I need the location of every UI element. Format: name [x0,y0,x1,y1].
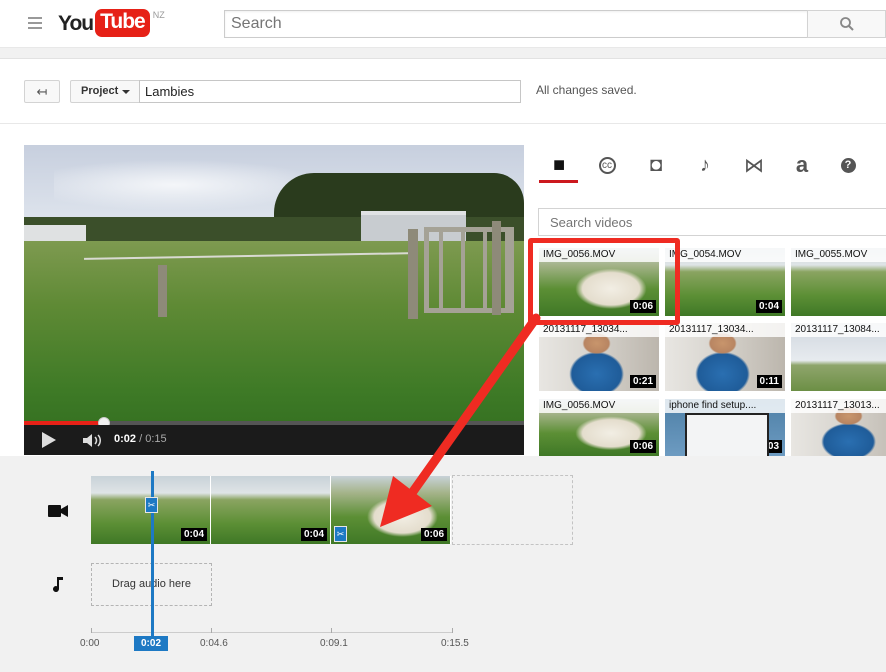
timeline: 0:040:040:06 Drag audio here 0:000:04.60… [0,456,886,672]
trim-handle[interactable]: ✂ [145,497,158,513]
tab-text[interactable]: a [784,151,820,179]
thumbnail-title: 20131117_13034... [665,323,785,337]
masthead: You Tube NZ [0,0,886,48]
tab-transitions[interactable]: ⋈ [736,151,772,179]
ruler-label: 0:04.6 [200,638,228,649]
divider [0,123,886,124]
time-display: 0:02 / 0:15 [114,433,167,445]
video-thumbnail[interactable]: 20131117_13034... 0:21 [539,323,659,391]
thumbnail-title: 20131117_13013... [791,399,886,413]
time-separator: / [136,433,146,445]
project-title-input[interactable] [139,80,521,103]
clip-duration: 0:04 [300,528,327,541]
thumbnail-title: IMG_0054.MOV [665,248,785,262]
back-arrow-icon: ↤ [36,84,48,99]
video-thumbnail[interactable]: IMG_0055.MOV [791,248,886,316]
logo-tube: Tube [95,9,150,37]
video-thumbnail[interactable]: iphone find setup.... 0:03 [665,399,785,456]
video-thumbnail[interactable]: IMG_0054.MOV 0:04 [665,248,785,316]
time-current: 0:02 [114,433,137,445]
active-tab-indicator [539,180,578,183]
playhead-time[interactable]: 0:02 [134,636,168,651]
ruler-tick [452,628,453,633]
transition-icon: ⋈ [744,154,764,177]
logo-you: You [58,12,94,35]
tab-audio[interactable]: ♪ [687,151,723,179]
cc-icon: cc [598,156,616,174]
clip-duration: 0:06 [420,528,447,541]
project-menu-button[interactable]: Project [70,80,140,103]
tab-videos[interactable]: ■ [541,151,577,179]
play-icon[interactable] [42,432,56,448]
project-button-label: Project [81,85,119,97]
help-icon: ? [840,157,856,173]
preview-player[interactable]: 0:02 / 0:15 [24,145,524,455]
music-note-icon: ♪ [700,153,710,176]
time-total: 0:15 [145,433,167,445]
player-controls: 0:02 / 0:15 [24,425,524,455]
text-icon: a [795,152,809,177]
chevron-down-icon [122,90,130,94]
video-thumbnail[interactable]: 20131117_13084... [791,323,886,391]
ruler-tick [91,628,92,633]
video-search-input[interactable] [538,208,886,236]
ruler-label: 0:15.5 [441,638,469,649]
editor-panel: ↤ Project All changes saved. 0:0 [0,58,886,456]
highlight-box [528,238,680,325]
logo-region: NZ [152,10,165,20]
ruler-tick [331,628,332,633]
video-thumbnail[interactable]: IMG_0056.MOV 0:06 [539,399,659,456]
search-icon [840,17,854,31]
save-status: All changes saved. [536,83,637,97]
video-camera-icon: ■ [552,153,566,176]
clip-duration: 0:04 [180,528,207,541]
clip-dropzone[interactable] [452,475,573,545]
timeline-ruler [91,632,452,633]
video-thumbnail[interactable]: 20131117_13034... 0:11 [665,323,785,391]
search-button[interactable] [807,10,886,38]
camera-icon: ◘ [649,153,663,176]
playhead[interactable] [151,471,154,636]
thumbnail-title: IMG_0055.MOV [791,248,886,262]
thumbnail-duration: 0:04 [755,300,782,313]
thumbnail-title: IMG_0056.MOV [539,399,659,413]
trim-handle[interactable]: ✂ [334,526,347,542]
video-camera-icon [48,505,68,517]
menu-icon[interactable] [26,14,44,34]
volume-icon[interactable] [82,433,104,448]
search-input[interactable] [224,10,808,38]
back-button[interactable]: ↤ [24,80,60,103]
video-thumbnail[interactable]: 20131117_13013... [791,399,886,456]
music-note-icon [53,577,63,592]
thumbnail-duration: 0:21 [629,375,656,388]
timeline-clip[interactable]: 0:06 [331,476,451,544]
thumbnail-duration: 0:11 [756,375,782,388]
tab-captions[interactable]: cc [589,151,625,179]
thumbnail-title: iphone find setup.... [665,399,785,413]
ruler-tick [211,628,212,633]
thumbnail-duration: 0:03 [755,440,782,453]
ruler-label: 0:00 [80,638,100,649]
tab-photos[interactable]: ◘ [638,151,674,179]
tab-help[interactable]: ? [830,151,866,179]
thumbnail-title: 20131117_13084... [791,323,886,337]
ruler-label: 0:09.1 [320,638,348,649]
youtube-logo[interactable]: You Tube NZ [58,9,165,39]
thumbnail-duration: 0:06 [629,440,656,453]
timeline-clip[interactable]: 0:04 [211,476,331,544]
thumbnail-title: 20131117_13034... [539,323,659,337]
